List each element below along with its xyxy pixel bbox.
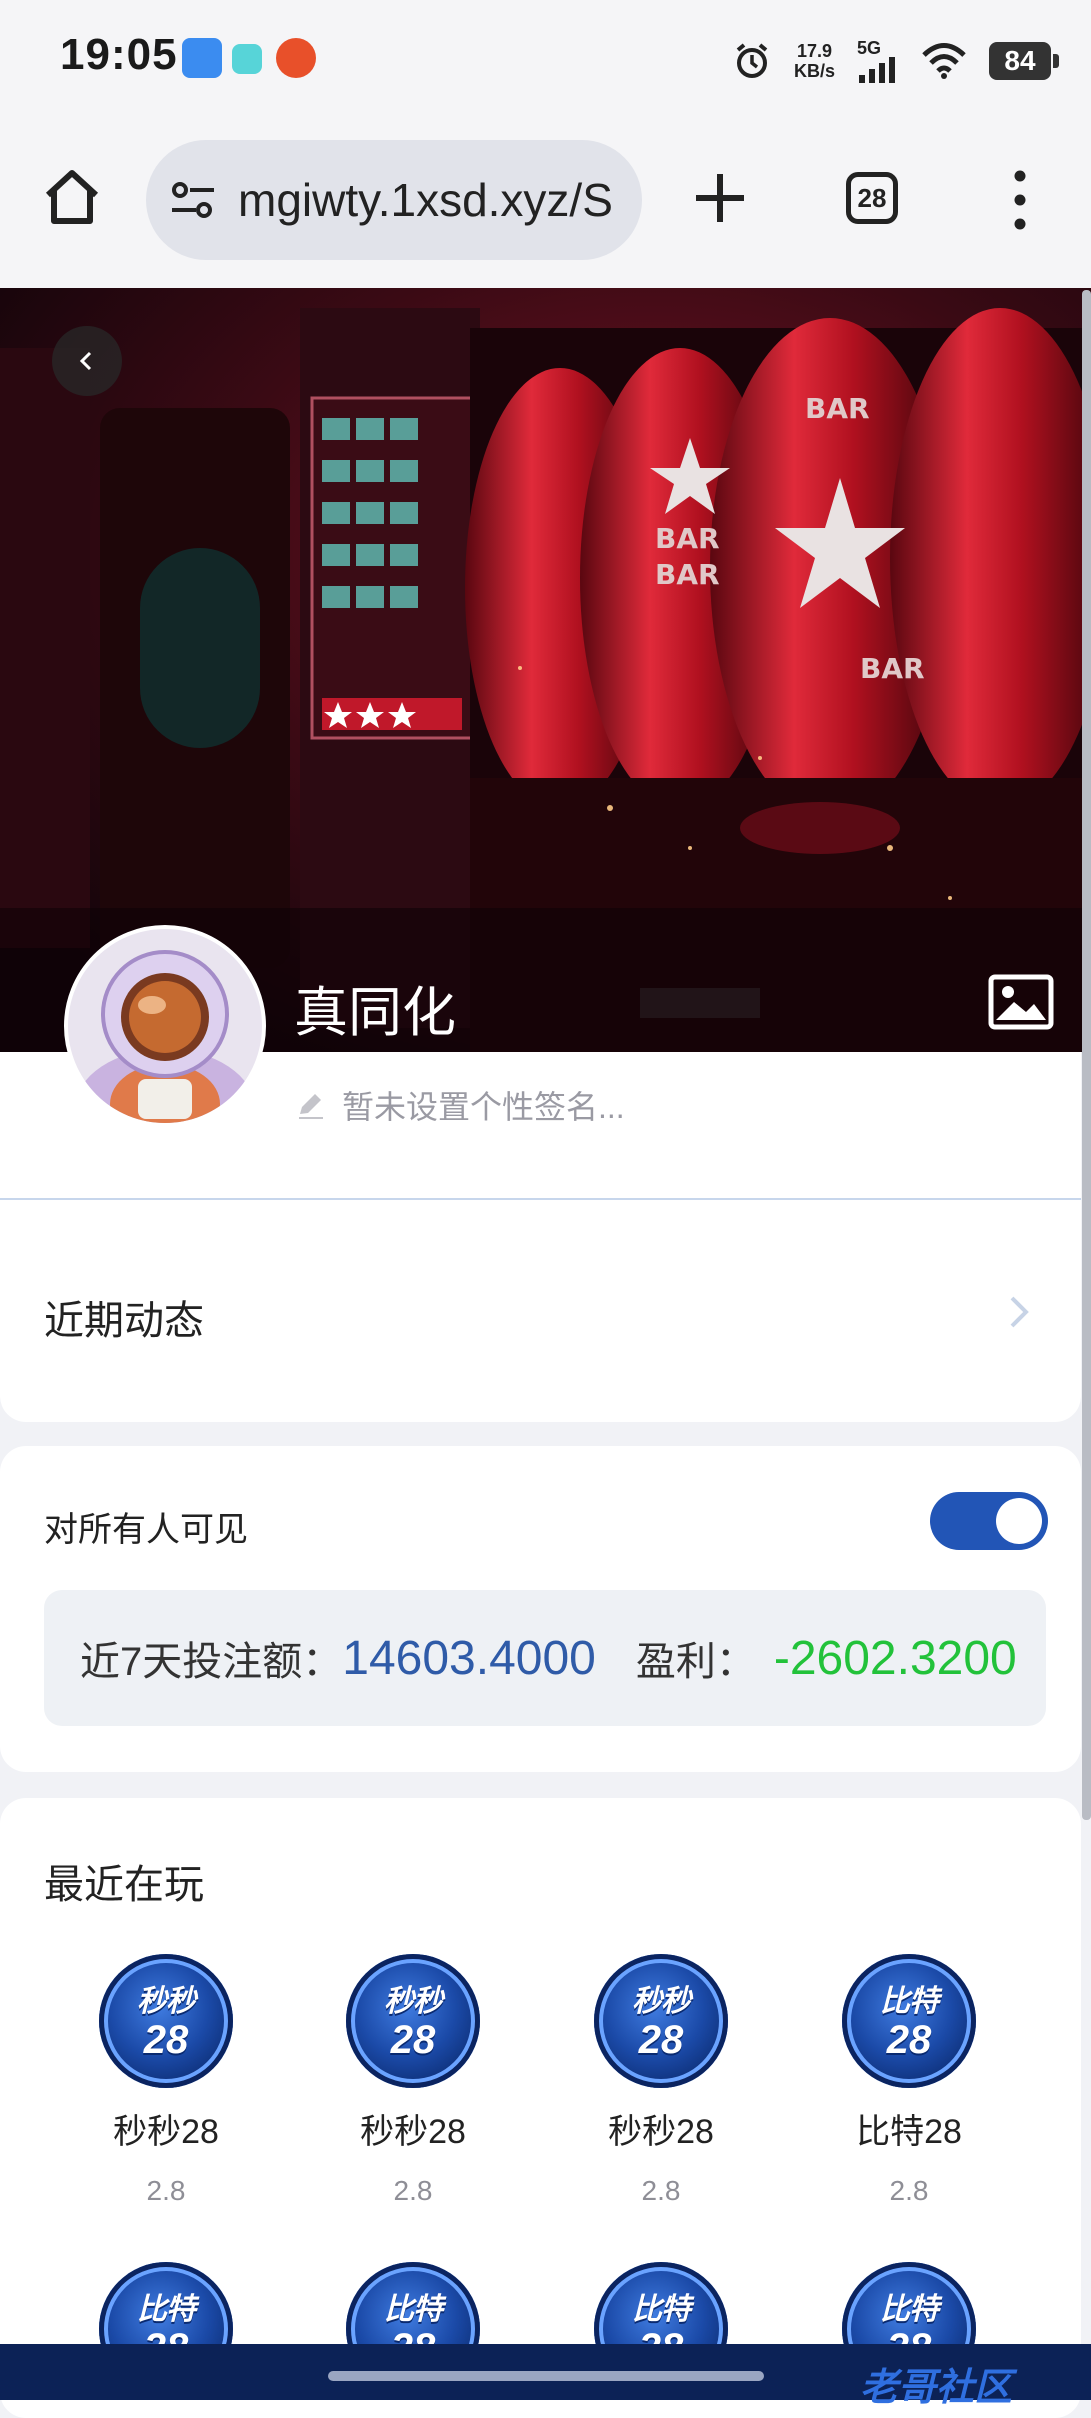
game-item[interactable]: 秒秒 28 秒秒28 2.8 (46, 1954, 286, 2207)
gesture-handle[interactable] (328, 2371, 764, 2381)
game-logo-icon: 比特28 (842, 1954, 976, 2088)
alarm-icon (736, 43, 768, 78)
new-tab-icon[interactable] (690, 168, 750, 228)
tab-switcher-button[interactable]: 28 (846, 172, 898, 224)
app-notification-icon (276, 38, 316, 78)
bet-label: 近7天投注额： (80, 1640, 343, 1684)
game-logo-icon: 秒秒 28 (594, 1954, 728, 2088)
game-logo-icon: 秒秒 28 (346, 1954, 480, 2088)
game-odds: 2.8 (641, 2175, 681, 2206)
bet-amount: 14603.4000 (342, 1631, 596, 1685)
game-item[interactable]: 秒秒 28 秒秒28 2.8 (293, 1954, 533, 2207)
network-speed: 17.9 KB/s (793, 41, 835, 81)
address-bar[interactable]: mgiwty.1xsd.xyz/S (146, 140, 642, 260)
app-notification-icon (182, 38, 222, 78)
chevron-left-icon (79, 351, 92, 371)
recent-activity-label: 近期动态 (44, 1299, 204, 1343)
game-item[interactable]: 秒秒 28 秒秒28 2.8 (541, 1954, 781, 2207)
profit-label: 盈利： (635, 1640, 756, 1684)
signature-placeholder: 暂未设置个性签名... (342, 1089, 625, 1125)
signal-icon: 5G (857, 39, 899, 83)
game-logo-icon: 秒秒 28 (99, 1954, 233, 2088)
site-settings-icon[interactable] (170, 180, 216, 220)
game-odds: 2.8 (889, 2175, 929, 2206)
change-cover-image-icon[interactable] (988, 974, 1054, 1030)
back-button[interactable] (52, 326, 122, 396)
svg-text:BAR: BAR (655, 558, 720, 591)
game-name: 秒秒28 (360, 2113, 466, 2151)
more-menu-icon[interactable] (1000, 168, 1040, 232)
game-name: 秒秒28 (113, 2113, 219, 2151)
username: 真同化 (294, 983, 456, 1043)
chevron-right-icon (1010, 1296, 1029, 1328)
game-name: 秒秒28 (608, 2113, 714, 2151)
status-time: 19:05 (60, 30, 178, 79)
home-icon[interactable] (40, 165, 104, 229)
svg-text:BAR: BAR (655, 522, 720, 555)
url-text: mgiwty.1xsd.xyz/S (238, 174, 613, 226)
game-item[interactable]: 比特 28 比特28 2.8 (789, 1954, 1029, 2207)
recent-play-title: 最近在玩 (44, 1863, 204, 1907)
status-indicators: 17.9 KB/s 5G 84 (732, 36, 1059, 86)
toggle-knob (996, 1498, 1042, 1544)
avatar[interactable] (64, 925, 266, 1127)
svg-text:BAR: BAR (860, 652, 925, 685)
stats-summary: 近7天投注额： 14603.4000 盈利： -2602.3200 (44, 1590, 1046, 1726)
profit-amount: -2602.3200 (773, 1631, 1017, 1685)
game-odds: 2.8 (393, 2175, 433, 2206)
svg-text:BAR: BAR (805, 392, 870, 425)
app-notification-icon (232, 44, 262, 74)
game-name: 比特28 (856, 2113, 962, 2151)
battery-icon: 84 (989, 42, 1059, 80)
signature-edit[interactable]: 暂未设置个性签名... (296, 1082, 625, 1128)
watermark: 老哥社区 (860, 2367, 1013, 2409)
visibility-toggle[interactable] (930, 1492, 1048, 1550)
visibility-label: 对所有人可见 (44, 1511, 248, 1549)
wifi-icon (922, 43, 966, 79)
page-scrollbar[interactable] (1082, 290, 1091, 1820)
game-odds: 2.8 (146, 2175, 186, 2206)
edit-pencil-icon (299, 1094, 323, 1119)
